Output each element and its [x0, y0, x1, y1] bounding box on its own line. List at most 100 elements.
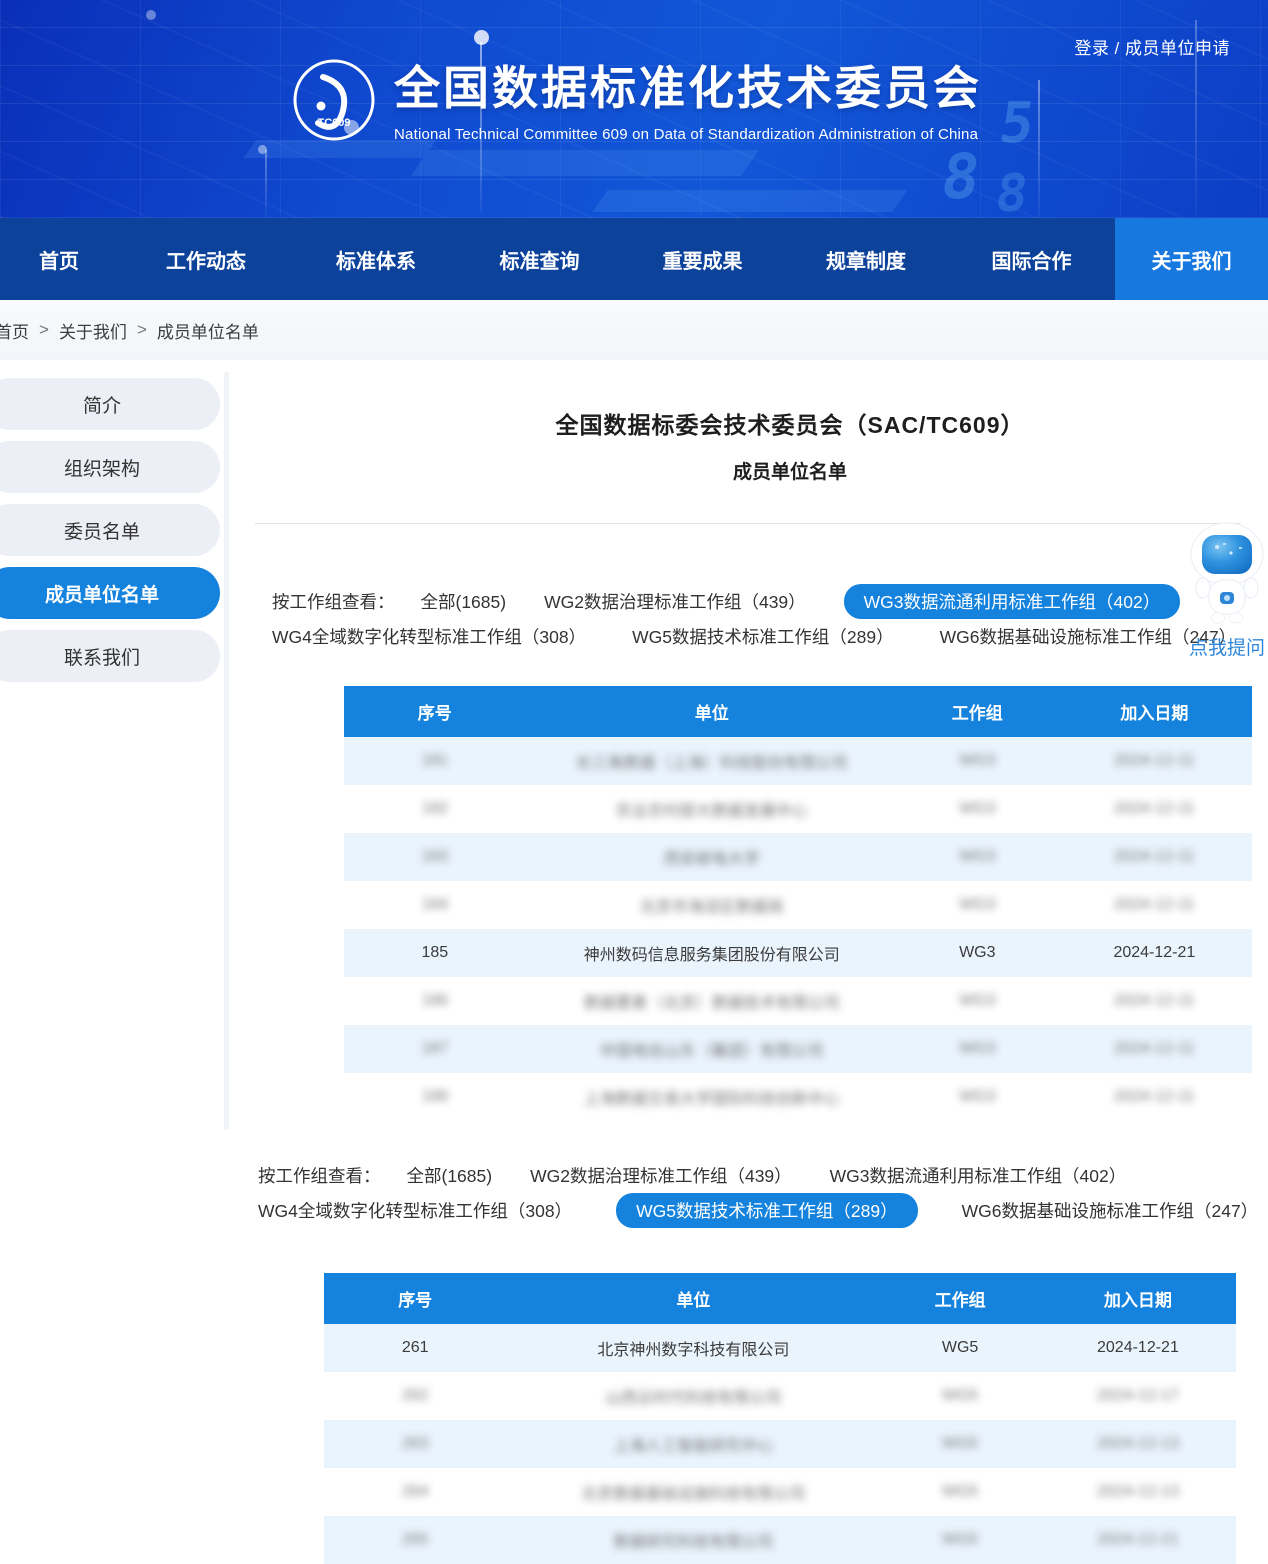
- nav-item-regulations[interactable]: 规章制度: [784, 218, 948, 300]
- header-decor-band: [592, 190, 907, 212]
- filter-option-wg4[interactable]: WG4全域数字化转型标准工作组（308）: [272, 624, 586, 649]
- main-nav: 首页 工作动态 标准体系 标准查询 重要成果 规章制度 国际合作 关于我们: [0, 218, 1268, 300]
- filter-option-all[interactable]: 全部(1685): [407, 1163, 493, 1188]
- cell-workgroup: WG5: [880, 1387, 1040, 1405]
- header-decor-band: [411, 150, 759, 176]
- col-header-no: 序号: [324, 1286, 506, 1311]
- cell-no: 187: [344, 1040, 526, 1058]
- header-decor-line: [265, 150, 267, 218]
- table-row: 263 上海人工智能研究中心 WG5 2024-12-13: [324, 1420, 1236, 1468]
- cell-date: 2024-12-11: [1057, 896, 1252, 914]
- breadcrumb-home[interactable]: 首页: [0, 318, 29, 343]
- table-row: 187 中国电信山东（集团）有限公司 WG3 2024-12-11: [344, 1025, 1252, 1073]
- sidebar-item-intro[interactable]: 简介: [0, 378, 220, 430]
- table-row-highlight-261: 261 北京神州数字科技有限公司 WG5 2024-12-21: [324, 1324, 1236, 1372]
- sidebar-item-structure[interactable]: 组织架构: [0, 441, 220, 493]
- filter-option-wg3-selected[interactable]: WG3数据流通利用标准工作组（402）: [844, 584, 1181, 619]
- filter-option-wg5-selected[interactable]: WG5数据技术标准工作组（289）: [616, 1193, 918, 1228]
- cell-workgroup: WG3: [898, 1088, 1057, 1106]
- table-row: 184 北京市海淀区数据局 WG3 2024-12-11: [344, 881, 1252, 929]
- sidebar-divider: [224, 372, 229, 1130]
- filter-option-wg2[interactable]: WG2数据治理标准工作组（439）: [544, 589, 806, 614]
- cell-unit: 数据要素（北京）数据技术有限公司: [526, 989, 898, 1013]
- cell-no: 182: [344, 800, 526, 818]
- site-header: 5 8 8 登录 / 成员单位申请 TC609 全国数据标准化技术委员会 Nat…: [0, 0, 1268, 218]
- cell-workgroup: WG3: [898, 944, 1057, 962]
- cell-date: 2024-12-21: [1040, 1531, 1236, 1549]
- cell-workgroup: WG5: [880, 1483, 1040, 1501]
- nav-item-standard-search[interactable]: 标准查询: [458, 218, 621, 300]
- cell-unit: 神州数码信息服务集团股份有限公司: [526, 941, 898, 965]
- cell-no: 265: [324, 1531, 506, 1549]
- nav-item-home[interactable]: 首页: [0, 218, 118, 300]
- cell-no: 183: [344, 848, 526, 866]
- cell-workgroup: WG3: [898, 1040, 1057, 1058]
- cell-unit: 数据研究科技有限公司: [506, 1528, 880, 1552]
- header-decor-dot: [146, 10, 156, 20]
- title-divider: [255, 523, 1240, 524]
- cell-workgroup: WG5: [880, 1531, 1040, 1549]
- header-decor-digit: 5: [996, 96, 1038, 152]
- cell-no: 261: [324, 1339, 506, 1357]
- table-header-row: 序号 单位 工作组 加入日期: [344, 686, 1252, 737]
- cell-unit: 农业农村部大数据发展中心: [526, 797, 898, 821]
- cell-no: 263: [324, 1435, 506, 1453]
- table-row: 186 数据要素（北京）数据技术有限公司 WG3 2024-12-11: [344, 977, 1252, 1025]
- cell-unit: 山西云时代科技有限公司: [506, 1384, 880, 1408]
- header-decor-line: [1038, 80, 1040, 218]
- login-apply-link[interactable]: 登录 / 成员单位申请: [1074, 34, 1230, 59]
- cell-workgroup: WG3: [898, 848, 1057, 866]
- col-header-join-date: 加入日期: [1040, 1286, 1236, 1311]
- filter-option-wg2[interactable]: WG2数据治理标准工作组（439）: [530, 1163, 792, 1188]
- cell-unit: 长三角数据（上海）科技股份有限公司: [526, 749, 898, 773]
- nav-item-work-news[interactable]: 工作动态: [118, 218, 294, 300]
- cell-workgroup: WG5: [880, 1339, 1040, 1357]
- cell-date: 2024-12-17: [1040, 1387, 1236, 1405]
- breadcrumb: 首页 > 关于我们 > 成员单位名单: [0, 300, 1268, 360]
- committee-logo-icon[interactable]: TC609: [292, 58, 376, 142]
- sidebar-item-committee-members[interactable]: 委员名单: [0, 504, 220, 556]
- cell-workgroup: WG3: [898, 800, 1057, 818]
- filter-prefix-label: 按工作组查看：: [258, 1163, 381, 1188]
- filter-option-all[interactable]: 全部(1685): [421, 589, 507, 614]
- cell-no: 184: [344, 896, 526, 914]
- cell-workgroup: WG3: [898, 992, 1057, 1010]
- filter-option-wg6[interactable]: WG6数据基础设施标准工作组（247）: [962, 1198, 1259, 1223]
- sidebar-item-contact[interactable]: 联系我们: [0, 630, 220, 682]
- cell-unit: 北京数据基础设施科技有限公司: [506, 1480, 880, 1504]
- assistant-label[interactable]: 点我提问: [1186, 633, 1268, 660]
- table-row-highlight-185: 185 神州数码信息服务集团股份有限公司 WG3 2024-12-21: [344, 929, 1252, 977]
- table-row: 181 长三角数据（上海）科技股份有限公司 WG3 2024-12-11: [344, 737, 1252, 785]
- chat-assistant[interactable]: 点我提问: [1186, 522, 1268, 660]
- table-row: 183 西安邮电大学 WG3 2024-12-11: [344, 833, 1252, 881]
- nav-item-about-us[interactable]: 关于我们: [1115, 218, 1268, 300]
- cell-workgroup: WG5: [880, 1435, 1040, 1453]
- cell-date: 2024-12-11: [1057, 800, 1252, 818]
- cell-date: 2024-12-21: [1057, 944, 1252, 962]
- cell-date: 2024-12-13: [1040, 1435, 1236, 1453]
- cell-workgroup: WG3: [898, 896, 1057, 914]
- table-row: 188 上海数据交易大学国际科技创新中心 WG3 2024-12-11: [344, 1073, 1252, 1121]
- cell-no: 181: [344, 752, 526, 770]
- nav-item-international[interactable]: 国际合作: [948, 218, 1115, 300]
- cell-date: 2024-12-11: [1057, 992, 1252, 1010]
- filter-prefix-label: 按工作组查看：: [272, 589, 395, 614]
- cell-unit: 北京市海淀区数据局: [526, 893, 898, 917]
- header-decor-digit: 8: [938, 146, 984, 208]
- robot-assistant-icon: [1187, 522, 1267, 626]
- nav-item-standard-system[interactable]: 标准体系: [294, 218, 458, 300]
- cell-no: 264: [324, 1483, 506, 1501]
- breadcrumb-about[interactable]: 关于我们: [59, 318, 127, 343]
- filter-option-wg3[interactable]: WG3数据流通利用标准工作组（402）: [830, 1163, 1127, 1188]
- cell-no: 262: [324, 1387, 506, 1405]
- filter-option-wg4[interactable]: WG4全域数字化转型标准工作组（308）: [258, 1198, 572, 1223]
- cell-date: 2024-12-21: [1040, 1339, 1236, 1357]
- cell-date: 2024-12-13: [1040, 1483, 1236, 1501]
- sidebar-item-member-units[interactable]: 成员单位名单: [0, 567, 220, 619]
- breadcrumb-separator: >: [39, 320, 49, 340]
- table-row: 265 数据研究科技有限公司 WG5 2024-12-21: [324, 1516, 1236, 1564]
- filter-option-wg5[interactable]: WG5数据技术标准工作组（289）: [632, 624, 894, 649]
- site-subtitle-en: National Technical Committee 609 on Data…: [394, 126, 982, 143]
- nav-item-achievements[interactable]: 重要成果: [621, 218, 784, 300]
- breadcrumb-member-list[interactable]: 成员单位名单: [157, 318, 259, 343]
